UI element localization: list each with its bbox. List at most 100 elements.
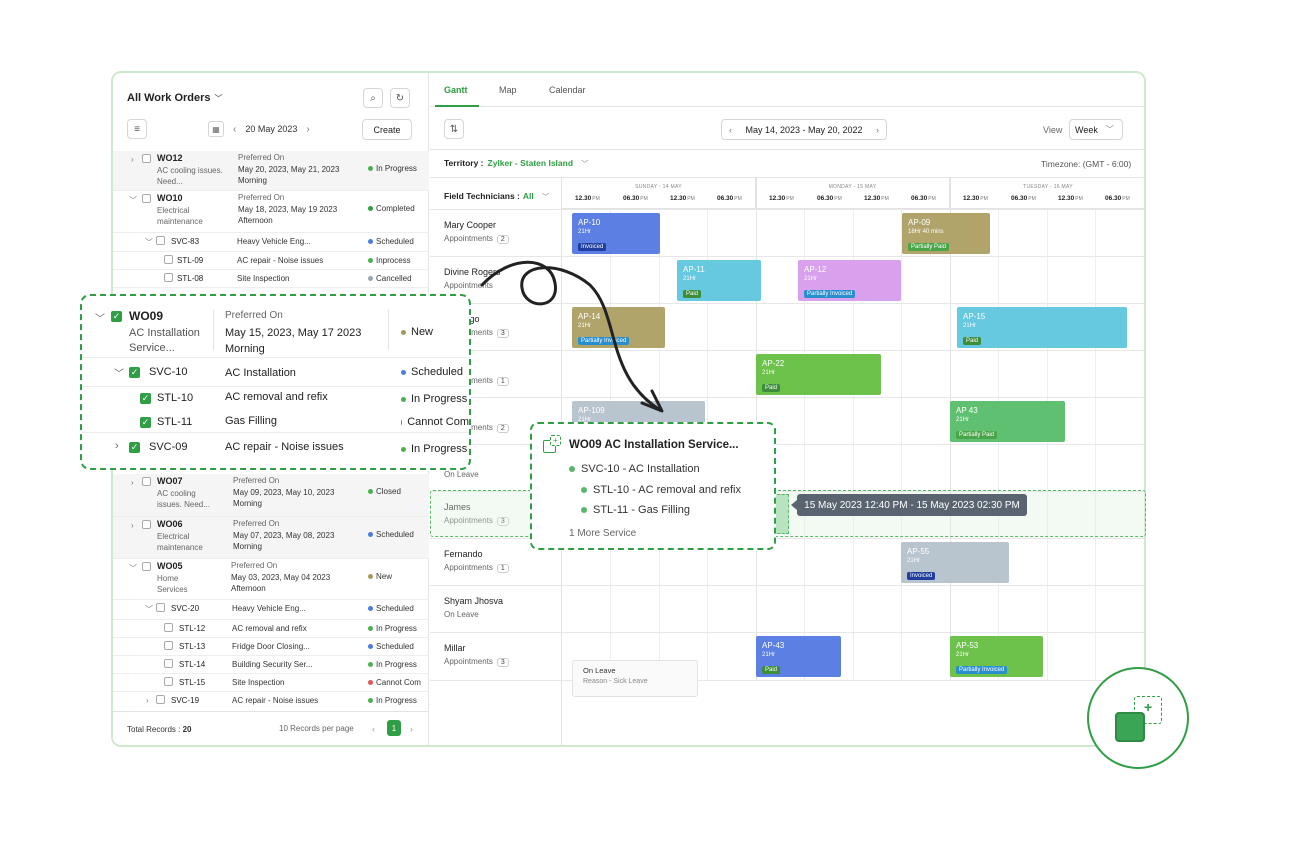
row-checkbox[interactable] [164,659,173,668]
pagination-bar: Total Records : 20 10 Records per page ‹… [113,711,429,745]
row-checkbox[interactable] [164,641,173,650]
chevron-right-icon[interactable]: › [131,521,134,530]
row-checkbox[interactable]: ✓ [111,311,122,322]
work-order-row[interactable]: › WO06 Electrical maintenance Preferred … [113,517,429,559]
appointment-bar[interactable]: AP-53 21Hr Partially Invoiced [950,636,1043,677]
appointment-bar[interactable]: AP-15 21Hr Paid [957,307,1127,348]
service-row[interactable]: ﹀ SVC-83 Heavy Vehicle Eng... Scheduled [113,233,429,252]
technician-row[interactable]: Fernando Appointments 1 [444,549,509,573]
chevron-down-icon[interactable]: ﹀ [114,365,124,380]
territory-selector[interactable]: Territory : Zylker - Staten Island ﹀ [444,158,588,169]
appointment-bar[interactable]: AP-55 21Hr Invoiced [901,542,1009,583]
date-navigator: ▦ ‹ 20 May 2023 › [208,119,313,139]
chevron-right-icon[interactable]: › [146,696,149,705]
time-tooltip: 15 May 2023 12:40 PM - 15 May 2023 02:30… [791,494,1027,516]
appointment-bar[interactable]: AP-11 21Hr Paid [677,260,761,301]
appointment-bar[interactable]: AP 43 21Hr Partially Paid [950,401,1065,442]
row-checkbox[interactable]: ✓ [129,442,140,453]
tab-gantt[interactable]: Gantt [444,85,468,95]
calendar-icon[interactable]: ▦ [208,121,224,137]
row-checkbox[interactable] [142,520,151,529]
view-select[interactable]: Week ﹀ [1069,119,1123,140]
row-checkbox[interactable] [164,677,173,686]
work-order-row[interactable]: › WO12 AC cooling issues. Need... Prefer… [113,151,429,191]
prev-date-button[interactable]: ‹ [230,124,239,135]
current-page[interactable]: 1 [387,720,401,736]
create-button[interactable]: Create [362,119,412,140]
appointment-bar[interactable]: AP-09 18Hr 40 mins Partially Paid [902,213,990,254]
service-line-row[interactable]: STL-13 Fridge Door Closing... Scheduled [113,638,429,656]
status-dot [368,206,373,211]
appointment-bar[interactable]: AP-10 21Hr Invoiced [572,213,660,254]
appointment-bar[interactable]: AP-22 21Hr Paid [756,354,881,395]
appointment-bar[interactable]: AP-12 21Hr Partially Invoiced [798,260,901,301]
row-checkbox[interactable] [156,603,165,612]
service-line-row[interactable]: ✓ STL-10 AC removal and refix In Progres… [82,387,469,411]
chevron-down-icon[interactable]: ﹀ [129,195,137,206]
chevron-down-icon[interactable]: ﹀ [145,604,153,615]
service-line-row[interactable]: STL-08 Site Inspection Cancelled [113,270,429,288]
chevron-down-icon[interactable]: ﹀ [95,310,105,325]
row-checkbox[interactable] [142,154,151,163]
work-order-row[interactable]: ﹀ WO10 Electrical maintenance Preferred … [113,191,429,233]
service-line-row[interactable]: STL-14 Building Security Ser... In Progr… [113,656,429,674]
chevron-down-icon[interactable]: ﹀ [129,563,137,574]
more-services-link[interactable]: 1 More Service [569,528,636,539]
status-dot [368,662,373,667]
tab-calendar[interactable]: Calendar [549,85,586,95]
chevron-down-icon[interactable]: ﹀ [145,237,153,248]
service-line-row[interactable]: ✓ STL-11 Gas Filling Cannot Com [82,411,469,433]
technician-row[interactable]: Mary Cooper Appointments 2 [444,220,509,244]
next-page-button[interactable]: › [410,724,413,734]
service-row[interactable]: ﹀ SVC-20 Heavy Vehicle Eng... Scheduled [113,600,429,620]
status-badge: New [368,572,392,581]
search-button[interactable]: ⌕ [363,88,383,108]
service-line-row[interactable]: STL-15 Site Inspection Cannot Com [113,674,429,692]
next-range-button[interactable]: › [876,125,879,135]
service-line-row[interactable]: STL-12 AC removal and refix In Progress [113,620,429,638]
chevron-right-icon[interactable]: › [115,440,119,452]
service-row[interactable]: › ✓ SVC-09 AC repair - Noise issues In P… [82,436,469,461]
chevron-down-icon: ﹀ [1105,125,1114,134]
row-checkbox[interactable] [142,562,151,571]
status-badge: Scheduled [368,642,414,651]
sort-button[interactable]: ⇅ [444,119,464,139]
records-per-page[interactable]: 10 Records per page [279,724,354,733]
popup-item: STL-10 - AC removal and refix [581,484,741,496]
plus-icon: + [1144,699,1153,715]
chevron-right-icon[interactable]: › [131,155,134,164]
technician-row[interactable]: Shyam Jhosva On Leave [444,596,503,619]
chevron-right-icon[interactable]: › [131,478,134,487]
service-row[interactable]: ﹀ ✓ SVC-10 AC Installation Scheduled [82,362,469,387]
row-checkbox[interactable]: ✓ [140,417,151,428]
row-checkbox[interactable] [156,695,165,704]
status-dot [368,626,373,631]
work-order-card-wo09[interactable]: ﹀ ✓ WO09 AC Installation Service... Pref… [80,294,471,470]
next-date-button[interactable]: › [303,124,312,135]
row-checkbox[interactable] [142,194,151,203]
row-checkbox[interactable] [142,477,151,486]
refresh-button[interactable]: ↻ [390,88,410,108]
prev-range-button[interactable]: ‹ [729,125,732,135]
work-order-row[interactable]: ﹀ ✓ WO09 AC Installation Service... Pref… [82,308,469,358]
row-checkbox[interactable]: ✓ [140,393,151,404]
appointment-bar[interactable]: AP-43 21Hr Paid [756,636,841,677]
technician-row[interactable]: Millar Appointments 3 [444,643,509,667]
work-orders-view-selector[interactable]: All Work Orders ﹀ [127,92,223,104]
service-row[interactable]: › SVC-19 AC repair - Noise issues In Pro… [113,692,429,712]
row-checkbox[interactable] [164,255,173,264]
technician-filter[interactable]: Field Technicians : All ﹀ [444,191,549,202]
prev-page-button[interactable]: ‹ [372,724,375,734]
status-badge: In Progress [401,443,467,455]
work-order-row[interactable]: › WO07 AC cooling issues. Need... Prefer… [113,474,429,517]
row-checkbox[interactable] [156,236,165,245]
date-range-picker[interactable]: ‹ May 14, 2023 - May 20, 2022 › [721,119,887,140]
row-checkbox[interactable]: ✓ [129,367,140,378]
row-checkbox[interactable] [164,623,173,632]
tab-map[interactable]: Map [499,85,517,95]
service-line-row[interactable]: STL-09 AC repair - Noise issues Inproces… [113,252,429,270]
row-checkbox[interactable] [164,273,173,282]
work-order-row[interactable]: ﹀ WO05 Home Services Preferred On May 03… [113,559,429,600]
filter-button[interactable]: ≡ [127,119,147,139]
refresh-icon: ↻ [395,92,405,104]
